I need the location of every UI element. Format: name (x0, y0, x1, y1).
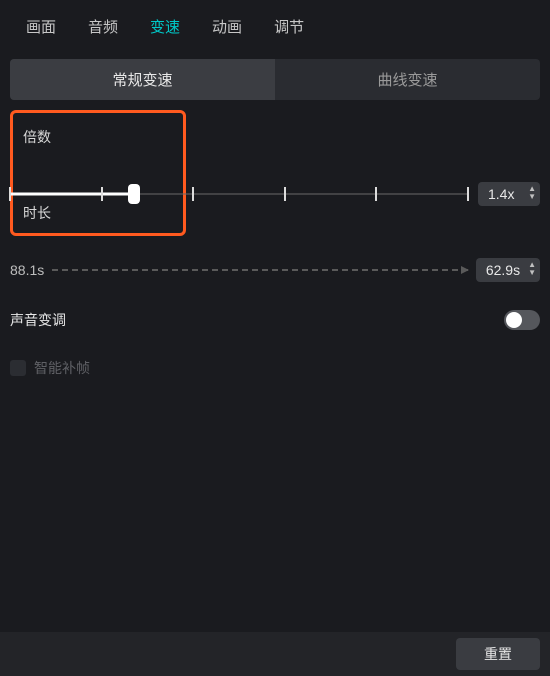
speed-slider[interactable] (10, 184, 468, 204)
speed-slider-row: 1.4x ▲▼ (10, 182, 540, 206)
speed-multiplier-label: 倍数 (23, 127, 173, 147)
mode-tab-normal[interactable]: 常规变速 (10, 59, 275, 100)
speed-highlight-box: 倍数 时长 (10, 110, 186, 236)
original-duration: 88.1s (10, 262, 44, 278)
result-duration-stepper[interactable]: 62.9s ▲▼ (476, 258, 540, 282)
pitch-toggle-row: 声音变调 (10, 310, 540, 330)
result-duration: 62.9s (486, 262, 520, 278)
tab-speed[interactable]: 变速 (134, 8, 196, 45)
duration-row: 88.1s 62.9s ▲▼ (10, 258, 540, 282)
toggle-knob-icon (506, 312, 522, 328)
footer-bar: 重置 (0, 632, 550, 676)
tab-animation[interactable]: 动画 (196, 8, 258, 45)
stepper-arrows-icon[interactable]: ▲▼ (528, 186, 536, 202)
smart-interp-row: 智能补帧 (10, 358, 90, 378)
duration-label: 时长 (23, 203, 51, 223)
tab-audio[interactable]: 音频 (72, 8, 134, 45)
stepper-arrows-icon[interactable]: ▲▼ (528, 262, 536, 278)
smart-interp-checkbox (10, 360, 26, 376)
mode-tab-curve[interactable]: 曲线变速 (275, 59, 540, 100)
speed-mode-tabs: 常规变速 曲线变速 (10, 59, 540, 100)
reset-button[interactable]: 重置 (456, 638, 540, 670)
tab-picture[interactable]: 画面 (10, 8, 72, 45)
speed-value-stepper[interactable]: 1.4x ▲▼ (478, 182, 540, 206)
top-nav-tabs: 画面 音频 变速 动画 调节 (0, 0, 550, 53)
speed-value: 1.4x (488, 186, 514, 202)
pitch-toggle[interactable] (504, 310, 540, 330)
pitch-toggle-label: 声音变调 (10, 310, 66, 330)
tab-adjust[interactable]: 调节 (258, 8, 320, 45)
arrow-icon (52, 269, 468, 271)
smart-interp-label: 智能补帧 (34, 358, 90, 378)
speed-slider-handle[interactable] (128, 184, 140, 204)
